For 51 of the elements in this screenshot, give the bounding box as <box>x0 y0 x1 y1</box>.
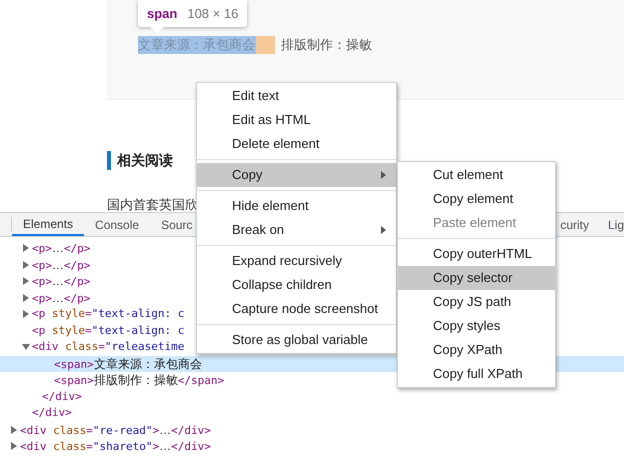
devtools-tab[interactable]: curity <box>560 213 608 236</box>
collapsed-triangle-icon[interactable] <box>22 260 30 270</box>
expanded-triangle-icon[interactable] <box>22 342 30 352</box>
code-line: <span>排版制作：操敏</span> <box>54 372 224 389</box>
menu-item[interactable]: Copy <box>197 163 396 187</box>
heading-accent <box>107 151 111 170</box>
menu-item[interactable]: Copy outerHTML <box>398 242 555 266</box>
devtools-tab[interactable]: Elements <box>12 213 84 236</box>
menu-item[interactable]: Copy full XPath <box>398 362 555 386</box>
menu-item[interactable]: Copy styles <box>398 314 555 338</box>
code-line: </div> <box>42 388 82 404</box>
menu-item[interactable]: Copy XPath <box>398 338 555 362</box>
menu-item[interactable]: Capture node screenshot <box>197 297 396 321</box>
menu-item[interactable]: Store as global variable <box>197 328 396 352</box>
menu-item[interactable]: Cut element <box>398 163 555 187</box>
collapsed-triangle-icon[interactable] <box>10 424 18 435</box>
menu-item[interactable]: Delete element <box>197 132 396 156</box>
code-line: <div class="shareto">…</div> <box>20 438 211 455</box>
collapsed-triangle-icon[interactable] <box>22 292 30 303</box>
collapsed-triangle-icon[interactable] <box>10 441 18 452</box>
menu-item[interactable]: Edit as HTML <box>197 108 396 132</box>
menu-item[interactable]: Copy JS path <box>398 290 555 314</box>
devtools-tab[interactable]: Console <box>84 213 150 236</box>
meta-text: 排版制作：操敏 <box>281 36 372 54</box>
code-line: <p>…</p> <box>32 290 90 306</box>
code-line: <div class="re-read">…</div> <box>20 422 211 438</box>
selection-highlight <box>556 356 624 372</box>
menu-item[interactable]: Copy selector <box>398 266 555 290</box>
collapsed-triangle-icon[interactable] <box>22 309 30 320</box>
padding-highlight <box>256 36 275 54</box>
code-line: <p>…</p> <box>32 273 90 290</box>
section-heading: 相关阅读 <box>117 151 173 170</box>
code-line: </div> <box>32 405 72 421</box>
code-line: <p style="text-align: c <box>32 306 184 322</box>
menu-item[interactable]: Hide element <box>197 194 396 218</box>
code-line: <div class="releasetime <box>32 339 184 355</box>
code-line: <p>…</p> <box>32 256 90 274</box>
devtools-tab[interactable]: Lig <box>608 213 624 236</box>
code-line: <span>文章来源：承包商会 <box>54 356 202 372</box>
code-line: <p>…</p> <box>32 240 90 257</box>
menu-item[interactable]: Expand recursively <box>197 249 396 273</box>
menu-item[interactable]: Edit text <box>197 84 396 108</box>
meta-text: 文章来源：承包商会 <box>138 36 256 54</box>
collapsed-triangle-icon[interactable] <box>22 243 30 254</box>
collapsed-triangle-icon[interactable] <box>22 276 30 286</box>
tag-name: span <box>147 4 178 23</box>
element-size: 108 × 16 <box>187 4 238 23</box>
menu-item[interactable]: Break on <box>197 218 396 242</box>
menu-item[interactable]: Collapse children <box>197 273 396 297</box>
menu-item[interactable]: Copy element <box>398 187 555 211</box>
code-line: <p style="text-align: c <box>32 322 184 338</box>
